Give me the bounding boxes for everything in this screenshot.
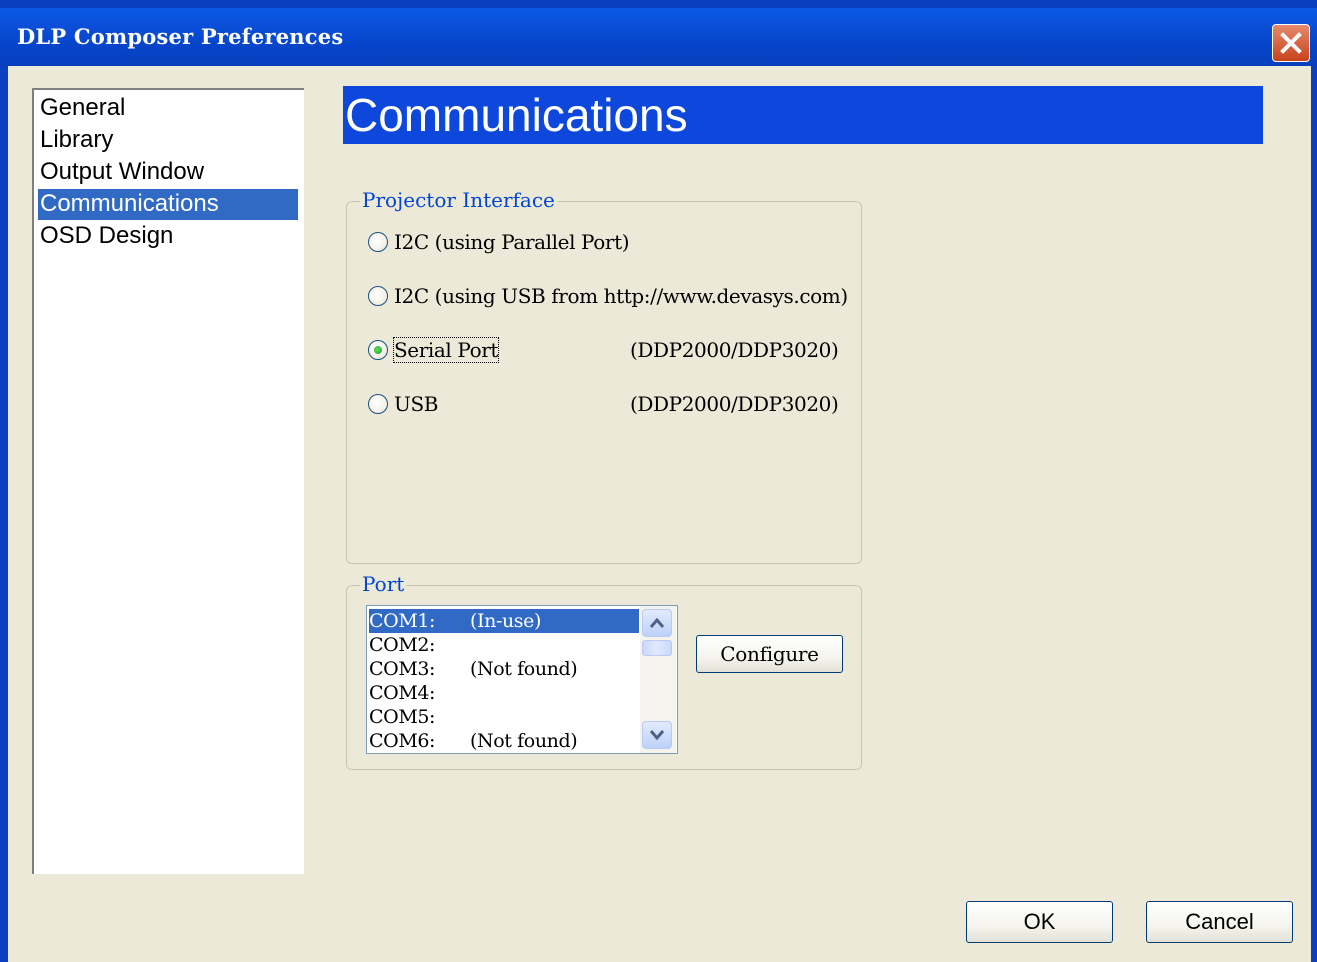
- radio-button-selected[interactable]: [368, 340, 388, 360]
- radio-button[interactable]: [368, 394, 388, 414]
- usb-note: (DDP2000/DDP3020): [630, 392, 839, 416]
- projector-interface-legend: Projector Interface: [360, 188, 557, 212]
- title-bar[interactable]: DLP Composer Preferences: [0, 8, 1317, 66]
- radio-serial-port[interactable]: Serial Port: [368, 335, 500, 365]
- scroll-thumb[interactable]: [642, 640, 672, 656]
- page-header: Communications: [343, 86, 1263, 144]
- port-status: (Not found): [470, 658, 578, 680]
- port-legend: Port: [360, 572, 407, 596]
- radio-i2c-parallel[interactable]: I2C (using Parallel Port): [368, 227, 630, 257]
- port-list-item[interactable]: COM6: (Not found): [369, 729, 639, 753]
- radio-button[interactable]: [368, 232, 388, 252]
- radio-label: I2C (using USB from http://www.devasys.c…: [394, 284, 848, 308]
- port-name: COM4:: [369, 682, 436, 704]
- port-list-scrollbar[interactable]: [640, 606, 676, 753]
- port-list-item[interactable]: COM5:: [369, 705, 639, 729]
- radio-i2c-usb[interactable]: I2C (using USB from http://www.devasys.c…: [368, 281, 848, 311]
- category-item-general[interactable]: General: [38, 93, 298, 124]
- port-list-item[interactable]: COM3: (Not found): [369, 657, 639, 681]
- category-item-communications[interactable]: Communications: [38, 189, 298, 220]
- port-name: COM2:: [369, 634, 436, 656]
- port-status: (Not found): [470, 730, 578, 752]
- port-listbox[interactable]: COM1: (In-use) COM2: COM3: (Not found) C…: [366, 605, 678, 754]
- category-item-osd-design[interactable]: OSD Design: [38, 221, 298, 252]
- configure-button[interactable]: Configure: [696, 635, 843, 673]
- window-title: DLP Composer Preferences: [17, 24, 344, 49]
- dialog-body: General Library Output Window Communicat…: [8, 66, 1311, 962]
- port-name: COM3:: [369, 658, 436, 680]
- radio-label: Serial Port: [392, 337, 500, 363]
- port-name: COM5:: [369, 706, 436, 728]
- radio-button[interactable]: [368, 286, 388, 306]
- chevron-down-icon: [649, 730, 665, 741]
- category-item-output-window[interactable]: Output Window: [38, 157, 298, 188]
- scroll-down-button[interactable]: [642, 721, 672, 749]
- port-list-item[interactable]: COM4:: [369, 681, 639, 705]
- serial-port-note: (DDP2000/DDP3020): [630, 338, 839, 362]
- radio-usb[interactable]: USB: [368, 389, 438, 419]
- radio-label: USB: [394, 392, 439, 416]
- chevron-up-icon: [649, 617, 665, 628]
- ok-button[interactable]: OK: [966, 901, 1113, 943]
- port-status: (In-use): [470, 610, 542, 632]
- close-button[interactable]: [1272, 24, 1310, 62]
- scroll-up-button[interactable]: [642, 609, 672, 637]
- cancel-button[interactable]: Cancel: [1146, 901, 1293, 943]
- category-list[interactable]: General Library Output Window Communicat…: [32, 88, 304, 874]
- port-name: COM6:: [369, 730, 436, 752]
- close-icon: [1280, 32, 1302, 54]
- port-name: COM1:: [369, 610, 436, 632]
- page-title: Communications: [345, 89, 688, 141]
- port-list-item[interactable]: COM1: (In-use): [369, 609, 639, 633]
- radio-dot: [374, 346, 382, 354]
- port-list-item[interactable]: COM2:: [369, 633, 639, 657]
- category-item-library[interactable]: Library: [38, 125, 298, 156]
- preferences-dialog: DLP Composer Preferences General Library…: [0, 0, 1317, 962]
- radio-label: I2C (using Parallel Port): [394, 230, 630, 254]
